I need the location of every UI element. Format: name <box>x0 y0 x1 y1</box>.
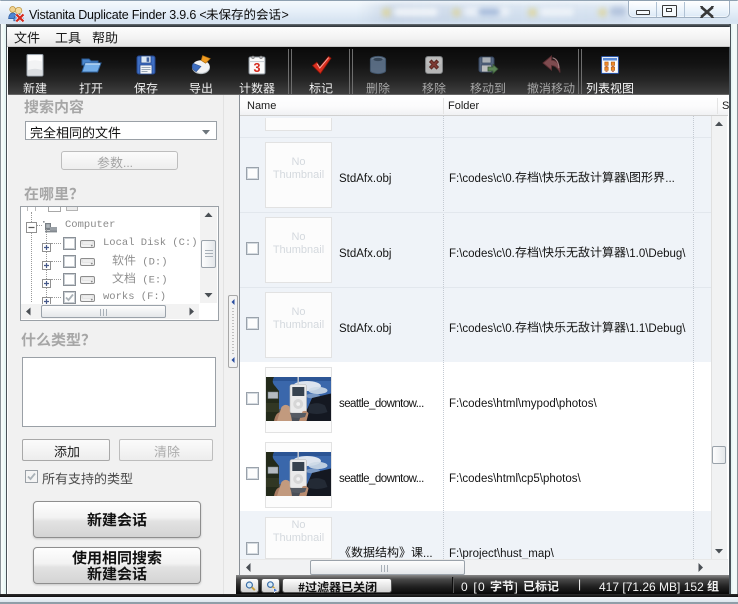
svg-text:3: 3 <box>254 61 261 75</box>
